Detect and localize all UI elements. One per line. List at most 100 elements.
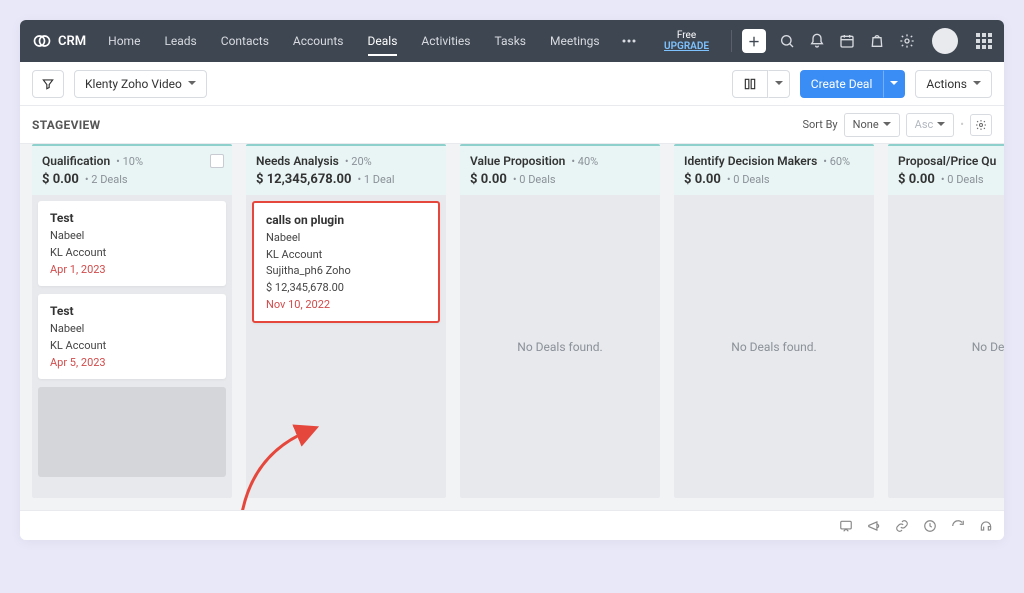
- sort-value: None: [853, 118, 879, 131]
- column-deal-count: • 1 Deal: [357, 173, 394, 186]
- sort-bar: STAGEVIEW Sort By None Asc •: [20, 106, 1004, 144]
- column-header[interactable]: Qualification • 10% $ 0.00 • 2 Deals: [32, 144, 232, 195]
- card-title: Test: [50, 211, 214, 225]
- empty-state-text: No Deals found.: [680, 201, 868, 492]
- nav-item-home[interactable]: Home: [96, 20, 152, 62]
- card-line: KL Account: [266, 247, 426, 264]
- column-deal-count: • 0 Deals: [727, 173, 770, 186]
- column-deal-count: • 0 Deals: [513, 173, 556, 186]
- sortby-label: Sort By: [802, 118, 837, 131]
- column-percent: • 40%: [571, 155, 598, 168]
- card-placeholder[interactable]: [38, 387, 226, 477]
- stage-column: Identify Decision Makers • 60% $ 0.00 • …: [674, 144, 874, 498]
- column-body: No Deals found.: [460, 195, 660, 498]
- board-settings-icon[interactable]: [970, 114, 992, 136]
- card-line: Nabeel: [50, 228, 214, 245]
- actions-label: Actions: [926, 77, 967, 91]
- stageview-label: STAGEVIEW: [32, 118, 100, 132]
- nav-item-deals[interactable]: Deals: [356, 20, 410, 62]
- card-title: Test: [50, 304, 214, 318]
- actions-button[interactable]: Actions: [915, 70, 992, 98]
- nav-item-tasks[interactable]: Tasks: [483, 20, 539, 62]
- card-line: Nabeel: [50, 321, 214, 338]
- refresh-icon[interactable]: [950, 518, 966, 534]
- column-header[interactable]: Proposal/Price Qu $ 0.00 • 0 Deals: [888, 144, 1004, 195]
- layout-toggle-dropdown[interactable]: [768, 70, 790, 98]
- card-line: Nabeel: [266, 230, 426, 247]
- chevron-down-icon: [890, 81, 898, 89]
- nav-more-icon[interactable]: [612, 39, 646, 43]
- column-body: No De: [888, 195, 1004, 498]
- upgrade-link[interactable]: Free UPGRADE: [664, 30, 709, 52]
- nav-item-meetings[interactable]: Meetings: [538, 20, 612, 62]
- chevron-down-icon: [188, 81, 196, 89]
- sort-direction-select[interactable]: Asc: [906, 113, 955, 137]
- card-date: Apr 1, 2023: [50, 263, 214, 276]
- column-amount: $ 12,345,678.00: [256, 172, 351, 187]
- deal-card[interactable]: calls on plugin NabeelKL AccountSujitha_…: [252, 201, 440, 323]
- column-header[interactable]: Needs Analysis • 20% $ 12,345,678.00 • 1…: [246, 144, 446, 195]
- column-amount: $ 0.00: [684, 172, 721, 187]
- clock-icon[interactable]: [922, 518, 938, 534]
- nav-item-activities[interactable]: Activities: [409, 20, 482, 62]
- stage-column: Proposal/Price Qu $ 0.00 • 0 Deals No De: [888, 144, 1004, 498]
- column-checkbox[interactable]: [210, 154, 224, 168]
- upgrade-top: Free: [664, 30, 709, 41]
- column-header[interactable]: Value Proposition • 40% $ 0.00 • 0 Deals: [460, 144, 660, 195]
- chevron-down-icon: [973, 81, 981, 89]
- chat-icon[interactable]: [838, 518, 854, 534]
- gear-icon[interactable]: [898, 32, 916, 50]
- nav-item-contacts[interactable]: Contacts: [209, 20, 281, 62]
- chevron-down-icon: [775, 81, 783, 89]
- create-deal-button[interactable]: Create Deal: [800, 70, 884, 98]
- card-date: Nov 10, 2022: [266, 298, 426, 311]
- create-deal-label: Create Deal: [811, 77, 873, 91]
- search-icon[interactable]: [778, 32, 796, 50]
- column-percent: • 60%: [823, 155, 850, 168]
- empty-state-text: No Deals found.: [466, 201, 654, 492]
- filter-icon[interactable]: [32, 70, 64, 98]
- view-selector[interactable]: Klenty Zoho Video: [74, 70, 207, 98]
- link-icon[interactable]: [894, 518, 910, 534]
- product-name: CRM: [58, 34, 86, 49]
- bell-icon[interactable]: [808, 32, 826, 50]
- bag-icon[interactable]: [868, 32, 886, 50]
- product-logo[interactable]: CRM: [32, 31, 86, 51]
- footer-bar: [20, 510, 1004, 540]
- column-title: Qualification: [42, 154, 110, 168]
- stage-column: Needs Analysis • 20% $ 12,345,678.00 • 1…: [246, 144, 446, 498]
- deal-card[interactable]: Test NabeelKL Account Apr 5, 2023: [38, 294, 226, 379]
- calendar-icon[interactable]: [838, 32, 856, 50]
- kanban-board: Qualification • 10% $ 0.00 • 2 Deals Tes…: [20, 144, 1004, 510]
- card-date: Apr 5, 2023: [50, 356, 214, 369]
- stage-column: Value Proposition • 40% $ 0.00 • 0 Deals…: [460, 144, 660, 498]
- deal-card[interactable]: Test NabeelKL Account Apr 1, 2023: [38, 201, 226, 286]
- column-header[interactable]: Identify Decision Makers • 60% $ 0.00 • …: [674, 144, 874, 195]
- top-nav: CRM HomeLeadsContactsAccountsDealsActivi…: [20, 20, 1004, 62]
- avatar[interactable]: [932, 28, 958, 54]
- column-title: Proposal/Price Qu: [898, 154, 996, 168]
- column-percent: • 20%: [345, 155, 372, 168]
- card-line: $ 12,345,678.00: [266, 280, 426, 297]
- column-title: Identify Decision Makers: [684, 154, 817, 168]
- upgrade-bottom: UPGRADE: [664, 41, 709, 52]
- layout-toggle-button[interactable]: [732, 70, 768, 98]
- column-deal-count: • 2 Deals: [85, 173, 128, 186]
- add-icon[interactable]: ＋: [742, 29, 766, 53]
- create-deal-dropdown[interactable]: [883, 70, 905, 98]
- sort-dir-value: Asc: [915, 118, 934, 131]
- chevron-down-icon: [937, 122, 945, 130]
- nav-item-accounts[interactable]: Accounts: [281, 20, 356, 62]
- card-line: KL Account: [50, 338, 214, 355]
- stage-column: Qualification • 10% $ 0.00 • 2 Deals Tes…: [32, 144, 232, 498]
- headset-icon[interactable]: [978, 518, 994, 534]
- announce-icon[interactable]: [866, 518, 882, 534]
- sort-field-select[interactable]: None: [844, 113, 900, 137]
- column-deal-count: • 0 Deals: [941, 173, 984, 186]
- card-line: Sujitha_ph6 Zoho: [266, 263, 426, 280]
- nav-item-leads[interactable]: Leads: [152, 20, 208, 62]
- empty-state-text: No De: [894, 201, 1004, 492]
- column-body: Test NabeelKL Account Apr 1, 2023 Test N…: [32, 195, 232, 498]
- view-name: Klenty Zoho Video: [85, 77, 182, 91]
- apps-grid-icon[interactable]: [976, 33, 992, 49]
